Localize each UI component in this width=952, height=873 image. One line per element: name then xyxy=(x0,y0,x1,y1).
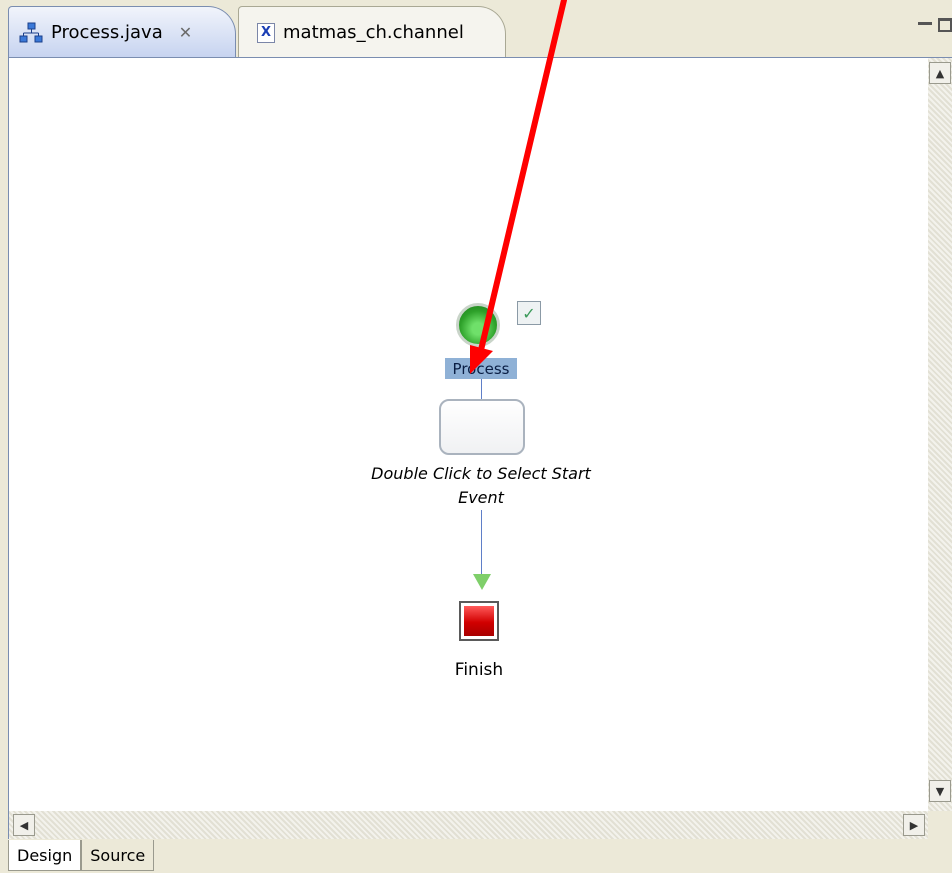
x-file-icon: X xyxy=(257,22,275,43)
start-event-placeholder-box[interactable] xyxy=(439,399,525,455)
checkmark-icon[interactable]: ✓ xyxy=(517,301,541,325)
process-label[interactable]: Process xyxy=(445,358,517,379)
scroll-right-icon[interactable]: ▶ xyxy=(903,814,925,836)
start-event-placeholder-text: Double Click to Select Start Event xyxy=(371,464,591,507)
finish-label: Finish xyxy=(454,660,504,680)
tab-label: Process.java xyxy=(51,22,163,43)
scroll-left-icon[interactable]: ◀ xyxy=(13,814,35,836)
start-node[interactable] xyxy=(456,303,500,347)
tab-design[interactable]: Design xyxy=(8,840,82,871)
editor-tab-bar: Process.java ✕ X matmas_ch.channel xyxy=(0,0,952,59)
maximize-icon[interactable] xyxy=(938,18,952,32)
connector-line xyxy=(481,510,482,576)
tab-matmas-channel[interactable]: X matmas_ch.channel xyxy=(238,6,506,58)
tab-label: matmas_ch.channel xyxy=(283,22,464,43)
horizontal-scrollbar[interactable]: ◀ ▶ xyxy=(9,811,928,839)
process-diagram-icon xyxy=(19,22,43,42)
tab-process-java[interactable]: Process.java ✕ xyxy=(8,6,236,58)
scroll-up-icon[interactable]: ▲ xyxy=(929,62,951,84)
editor-bottom-tabs: Design Source xyxy=(8,840,155,873)
connector-arrowhead xyxy=(473,574,491,590)
vertical-scrollbar[interactable]: ▲ ▼ xyxy=(928,58,952,811)
scroll-down-icon[interactable]: ▼ xyxy=(929,780,951,802)
diagram-canvas[interactable]: ✓ Process Double Click to Select Start E… xyxy=(9,58,928,811)
process-editor: ✓ Process Double Click to Select Start E… xyxy=(8,58,952,839)
finish-node[interactable] xyxy=(459,601,499,641)
tab-source[interactable]: Source xyxy=(81,840,155,871)
minimize-icon[interactable] xyxy=(918,22,932,25)
connector-line xyxy=(481,379,482,399)
view-controls xyxy=(918,18,952,32)
close-icon[interactable]: ✕ xyxy=(179,23,192,42)
